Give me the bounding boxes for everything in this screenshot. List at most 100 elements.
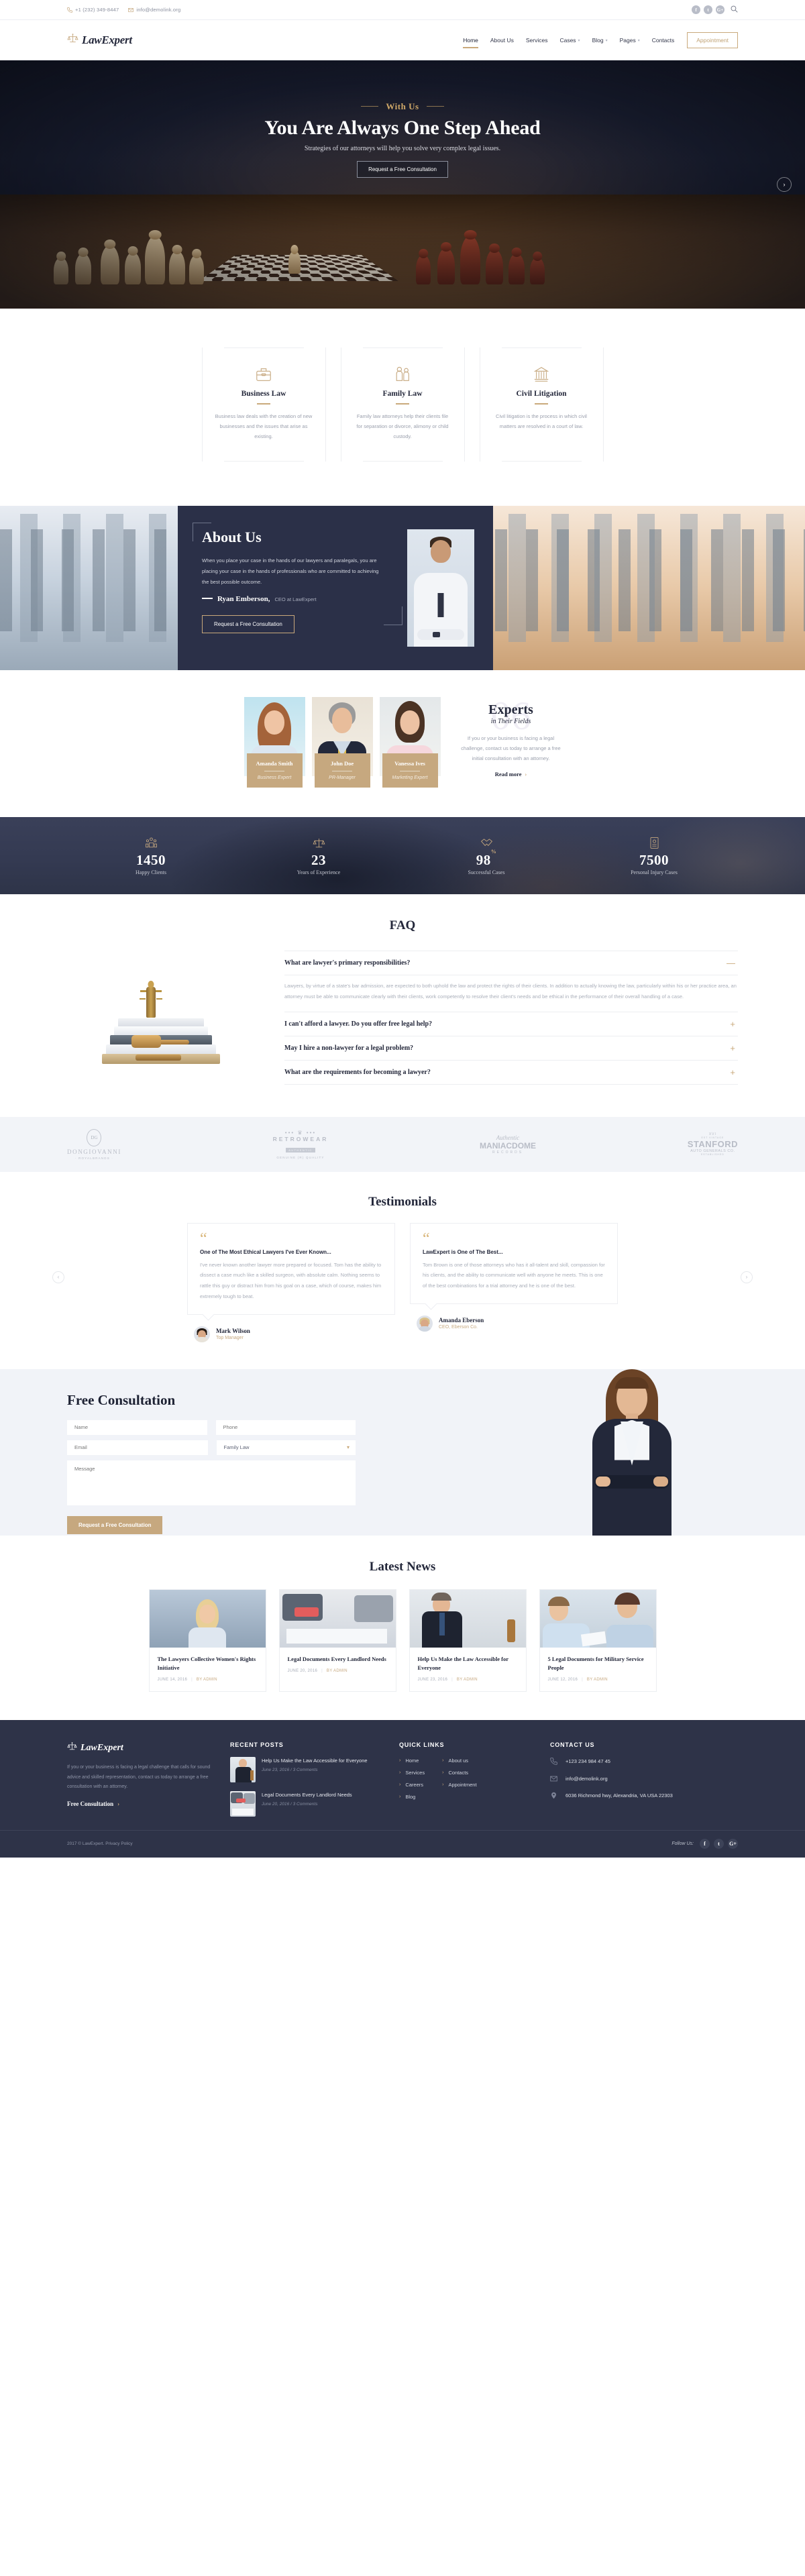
about-text: When you place your case in the hands of…	[202, 557, 379, 585]
faq-item[interactable]: What are the requirements for becoming a…	[284, 1059, 738, 1085]
service-card-civil-litigation[interactable]: Civil Litigation Civil litigation is the…	[479, 347, 604, 462]
footer-post-meta: June 20, 2016 / 3 Comments	[262, 1801, 318, 1807]
news-card[interactable]: 5 Legal Documents for Military Service P…	[539, 1589, 657, 1692]
top-utility-bar: +1 (232) 349-8447 info@demolink.org f t …	[0, 0, 805, 20]
nav-item-home[interactable]: Home	[457, 34, 484, 48]
footer-email-value: info@demolink.org	[566, 1775, 608, 1782]
service-card-business-law[interactable]: Business Law Business law deals with the…	[201, 347, 326, 462]
footer-link-contacts[interactable]: › Contacts	[442, 1770, 476, 1776]
news-card[interactable]: Legal Documents Every Landlord Needs JUN…	[278, 1589, 396, 1692]
plus-icon[interactable]: +	[730, 1020, 735, 1028]
twitter-icon[interactable]: t	[704, 5, 712, 14]
faq-accordion: What are lawyer's primary responsibiliti…	[284, 948, 738, 1085]
stat-value: 1450	[136, 851, 166, 868]
hero-kicker: With Us	[361, 101, 443, 112]
news-title: Latest News	[369, 1559, 436, 1574]
practice-area-select[interactable]: Family Law ▾	[216, 1440, 356, 1455]
footer-link-careers[interactable]: › Careers	[399, 1782, 425, 1788]
partner-logo-retrowear[interactable]: ••• ♛ ••• RETROWEAR AUTHENTIC GENUINE (R…	[273, 1130, 329, 1159]
partner-name: STANFORD	[687, 1139, 738, 1149]
plus-icon[interactable]: +	[730, 1068, 735, 1077]
partner-logo-maniacdome[interactable]: Authentic MANIACDOME RECORDS	[480, 1134, 536, 1155]
stat-label: Successful Cases	[468, 869, 505, 875]
plus-icon[interactable]: +	[730, 1044, 735, 1053]
read-more-link[interactable]: Read more ›	[495, 771, 527, 777]
footer-contact-phone[interactable]: +123 234 984 47 45	[550, 1758, 711, 1768]
footer-link-about-us[interactable]: › About us	[442, 1758, 476, 1764]
partner-logo-stanford[interactable]: XVI EST VINTAGE STANFORD AUTO GENERALS C…	[688, 1132, 738, 1156]
privacy-policy-link[interactable]: Privacy Policy	[105, 1841, 132, 1846]
footer-consultation-link[interactable]: Free Consultation ›	[67, 1801, 119, 1807]
faq-question: I can't afford a lawyer. Do you offer fr…	[284, 1020, 433, 1028]
topbar-phone[interactable]: +1 (232) 349-8447	[67, 7, 119, 13]
nav-item-cases[interactable]: Cases ▾	[553, 34, 586, 46]
footer-brand-name: LawExpert	[80, 1742, 123, 1753]
footer-post-title: Help Us Make the Law Accessible for Ever…	[262, 1757, 368, 1764]
decor-dash	[202, 598, 213, 600]
service-description: Family law attorneys help their clients …	[356, 413, 449, 439]
about-cta-button[interactable]: Request a Free Consultation	[202, 615, 294, 634]
footer-brand-logo[interactable]: LawExpert	[67, 1741, 211, 1755]
faq-item[interactable]: May I hire a non-lawyer for a legal prob…	[284, 1035, 738, 1060]
team-member[interactable]: Vanessa Ives Marketing Expert	[379, 697, 441, 788]
handshake-icon	[402, 837, 570, 850]
footer-quick-links-heading: QUICK LINKS	[399, 1741, 445, 1748]
testimonial-headline: LawExpert is One of The Best...	[423, 1248, 503, 1255]
service-description: Business law deals with the creation of …	[215, 413, 313, 439]
team-member[interactable]: John Doe PR-Manager	[311, 697, 373, 788]
nav-item-blog[interactable]: Blog ▾	[586, 34, 614, 46]
facebook-icon[interactable]: f	[700, 1839, 710, 1849]
statistics-section: 1450 Happy Clients 23 Years of Experienc…	[0, 817, 805, 894]
appointment-button[interactable]: Appointment	[687, 32, 738, 48]
hero-cta-button[interactable]: Request a Free Consultation	[357, 160, 448, 178]
nav-item-pages[interactable]: Pages ▾	[614, 34, 646, 46]
footer-about-text: If you or your business is facing a lega…	[67, 1764, 211, 1790]
brand-name: LawExpert	[82, 34, 132, 46]
team-member[interactable]: Amanda Smith Business Expert	[244, 697, 305, 788]
team-member-role: Business Expert	[257, 775, 292, 780]
topbar-email[interactable]: info@demolink.org	[128, 7, 180, 13]
minus-icon[interactable]: —	[727, 959, 735, 967]
footer-link-home[interactable]: › Home	[399, 1758, 425, 1764]
email-input[interactable]	[67, 1440, 208, 1455]
nav-item-services[interactable]: Services	[520, 34, 554, 46]
footer-recent-post[interactable]: Legal Documents Every Landlord Needs Jun…	[230, 1790, 384, 1817]
team-member-name: Amanda Smith	[256, 760, 293, 767]
testimonials-prev-button[interactable]: ‹	[52, 1271, 64, 1283]
stat-years-experience: 23 Years of Experience	[235, 837, 402, 875]
nav-item-contacts[interactable]: Contacts	[646, 34, 681, 46]
avatar	[194, 1326, 210, 1342]
name-input[interactable]	[67, 1419, 207, 1435]
nav-item-about-us[interactable]: About Us	[484, 34, 520, 46]
service-description: Civil litigation is the process in which…	[496, 413, 587, 429]
google-plus-icon[interactable]: G+	[716, 5, 724, 14]
faq-item[interactable]: I can't afford a lawyer. Do you offer fr…	[284, 1011, 738, 1036]
google-plus-icon[interactable]: G+	[728, 1839, 738, 1849]
news-card[interactable]: Help Us Make the Law Accessible for Ever…	[409, 1589, 527, 1692]
phone-input[interactable]	[215, 1419, 356, 1435]
twitter-icon[interactable]: t	[714, 1839, 724, 1849]
submit-consultation-button[interactable]: Request a Free Consultation	[67, 1515, 163, 1534]
slider-next-arrow[interactable]: ›	[777, 177, 792, 192]
testimonials-next-button[interactable]: ›	[741, 1271, 753, 1283]
brand-logo[interactable]: LawExpert	[67, 33, 132, 48]
search-icon[interactable]	[731, 4, 738, 16]
footer-link-blog[interactable]: › Blog	[399, 1794, 425, 1800]
footer-link-services[interactable]: › Services	[399, 1770, 425, 1776]
footer-link-appointment[interactable]: › Appointment	[442, 1782, 476, 1788]
message-textarea[interactable]	[67, 1460, 356, 1505]
testimonial-card: “ LawExpert is One of The Best... Tom Br…	[410, 1222, 618, 1342]
faq-item[interactable]: What are lawyer's primary responsibiliti…	[284, 951, 738, 1012]
latest-news-section: Latest News The Lawyers Collective Women…	[0, 1535, 805, 1720]
news-headline: Help Us Make the Law Accessible for Ever…	[417, 1655, 508, 1671]
about-section: About Us When you place your case in the…	[0, 506, 805, 670]
service-card-family-law[interactable]: Family Law Family law attorneys help the…	[340, 347, 465, 462]
chevron-down-icon: ▾	[605, 38, 608, 43]
service-title: Family Law	[382, 390, 423, 398]
footer-contact-email[interactable]: info@demolink.org	[550, 1775, 711, 1786]
stat-value: 23	[311, 851, 326, 868]
partner-logo-dongiovanni[interactable]: DG DONGIOVANNI · ROYALBRANDS ·	[67, 1128, 121, 1160]
news-card[interactable]: The Lawyers Collective Women's Rights In…	[148, 1589, 266, 1692]
facebook-icon[interactable]: f	[692, 5, 700, 14]
footer-recent-post[interactable]: Help Us Make the Law Accessible for Ever…	[230, 1756, 384, 1782]
